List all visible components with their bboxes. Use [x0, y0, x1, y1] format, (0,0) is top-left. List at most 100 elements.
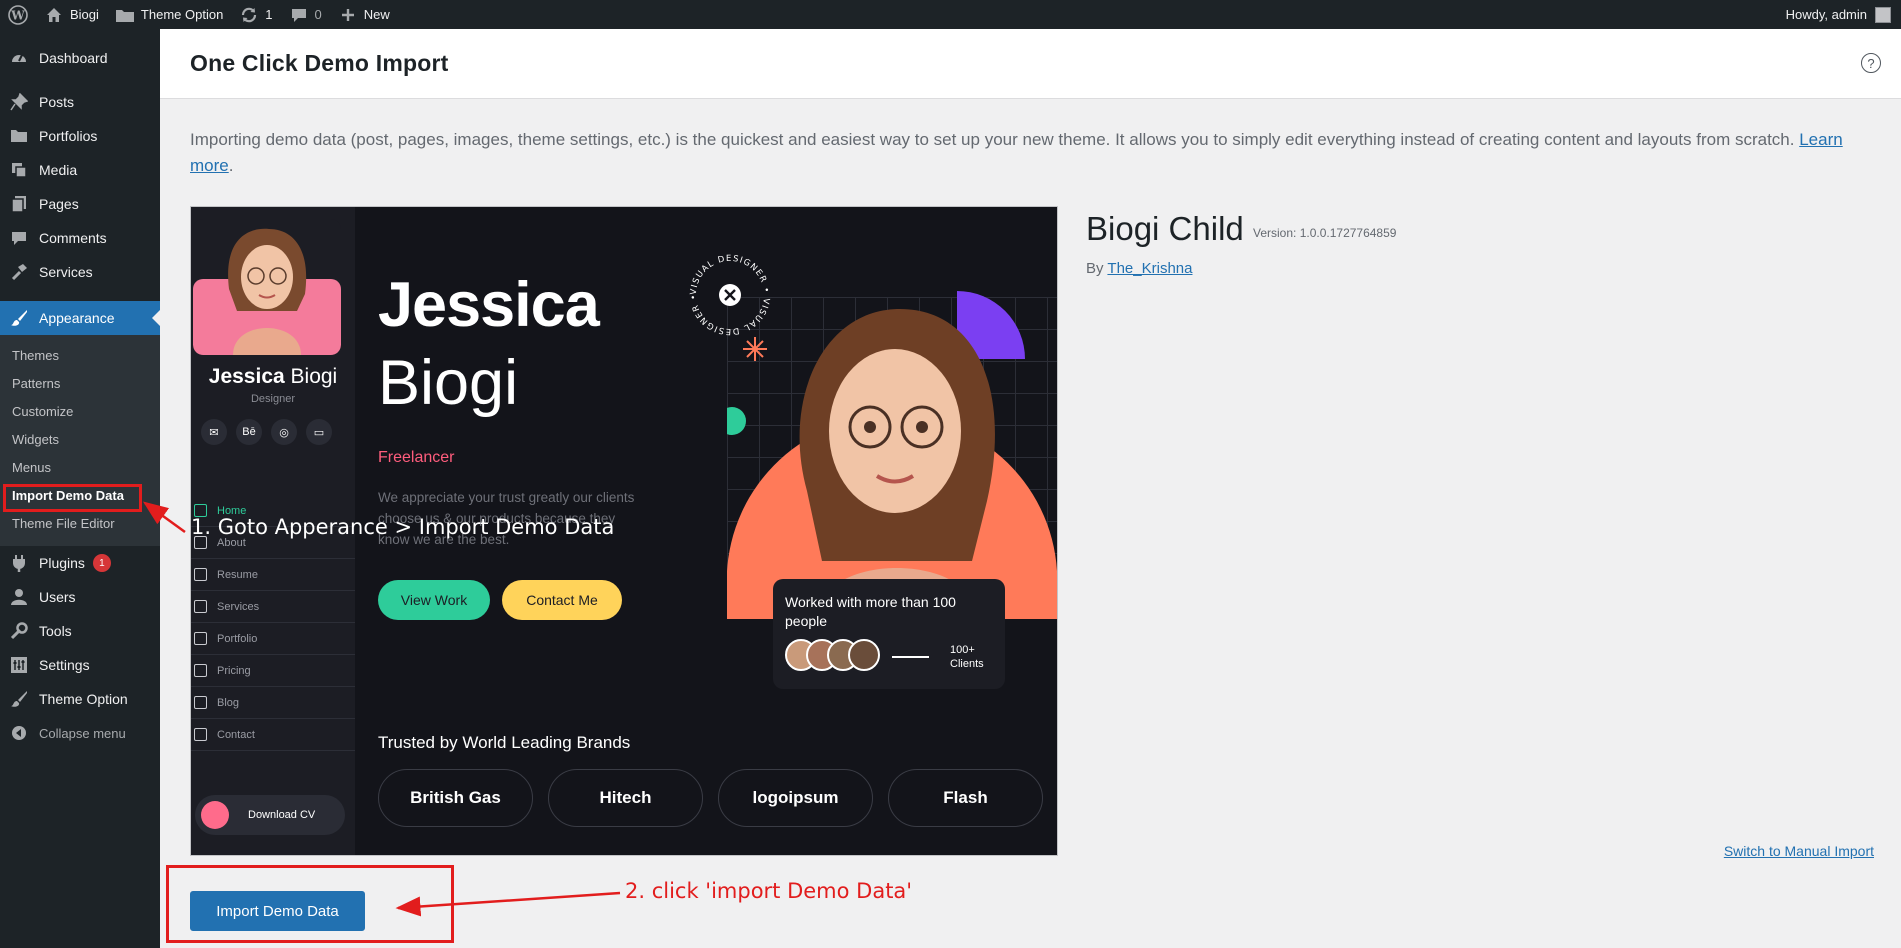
resume-icon	[194, 568, 207, 581]
sidebar-item-users[interactable]: Users	[0, 580, 160, 614]
wordpress-icon: W	[8, 4, 28, 25]
preview-nav-services: Services	[191, 591, 355, 623]
preview-nav-label: Resume	[217, 568, 258, 581]
folder-icon	[115, 5, 135, 25]
preview-sidebar-name: Jessica Biogi	[191, 365, 355, 389]
card-divider-line	[892, 656, 929, 658]
preview-nav-label: Blog	[217, 696, 240, 709]
page-title: One Click Demo Import	[190, 50, 449, 76]
preview-download-cv: Download CV	[195, 795, 345, 835]
submenu-item-widgets[interactable]: Widgets	[0, 426, 160, 454]
sidebar-item-appearance[interactable]: Appearance	[0, 301, 160, 335]
theme-name: Biogi Child	[1086, 210, 1244, 247]
sidebar-item-posts[interactable]: Posts	[0, 85, 160, 119]
submenu-item-customize[interactable]: Customize	[0, 398, 160, 426]
camera-icon: ▭	[306, 419, 332, 445]
sidebar-item-media[interactable]: Media	[0, 153, 160, 187]
submenu-item-theme-file-editor[interactable]: Theme File Editor	[0, 510, 160, 538]
pin-icon	[9, 92, 29, 112]
sidebar-item-comments[interactable]: Comments	[0, 221, 160, 255]
dashboard-icon	[9, 48, 29, 68]
mail-icon: ✉	[201, 419, 227, 445]
sidebar-item-portfolios[interactable]: Portfolios	[0, 119, 160, 153]
sidebar-item-label: Plugins	[39, 555, 85, 571]
preview-last-name: Biogi	[290, 365, 338, 388]
home-icon	[44, 5, 64, 25]
submenu-item-themes[interactable]: Themes	[0, 342, 160, 370]
collapse-icon	[9, 723, 29, 743]
by-label: By	[1086, 260, 1104, 277]
preview-nav-contact: Contact	[191, 719, 355, 751]
comments-count: 0	[314, 7, 322, 22]
sidebar-item-label: Theme Option	[39, 691, 128, 707]
at-icon	[194, 728, 207, 741]
new-label: New	[363, 7, 390, 22]
comments-link[interactable]: 0	[281, 0, 330, 29]
box-icon	[194, 600, 207, 613]
new-content-link[interactable]: New	[330, 0, 398, 29]
main-content: One Click Demo Import ? Importing demo d…	[160, 29, 1901, 948]
preview-nav-resume: Resume	[191, 559, 355, 591]
annotation-box-button	[166, 865, 454, 943]
svg-text:W: W	[10, 8, 25, 22]
page-icon	[9, 194, 29, 214]
hammer-icon	[9, 262, 29, 282]
my-account[interactable]: Howdy, admin	[1776, 0, 1901, 29]
intro-body: Importing demo data (post, pages, images…	[190, 130, 1795, 149]
collapse-menu-button[interactable]: Collapse menu	[0, 716, 160, 750]
wp-logo-menu[interactable]: W	[0, 0, 36, 29]
brush-icon	[9, 689, 29, 709]
plugins-update-badge: 1	[92, 554, 111, 572]
preview-freelancer: Freelancer	[378, 449, 455, 466]
clients-label: Clients	[950, 658, 984, 670]
theme-author: By The_Krishna	[1086, 260, 1192, 277]
help-icon[interactable]: ?	[1861, 53, 1881, 73]
page-header: One Click Demo Import	[160, 29, 1901, 99]
sidebar-item-label: Tools	[39, 623, 72, 639]
download-icon	[201, 801, 229, 829]
plugin-icon	[9, 553, 29, 573]
annotation-step-1: 1. Goto Apperance > Import Demo Data	[191, 515, 615, 539]
sidebar-item-tools[interactable]: Tools	[0, 614, 160, 648]
preview-view-work-button: View Work	[378, 580, 490, 620]
comment-icon	[9, 228, 29, 248]
sidebar-item-pages[interactable]: Pages	[0, 187, 160, 221]
preview-nav-label: Portfolio	[217, 632, 258, 645]
blog-icon	[194, 696, 207, 709]
theme-option-link[interactable]: Theme Option	[107, 0, 231, 29]
preview-nav-label: Pricing	[217, 664, 251, 677]
preview-role: Designer	[250, 393, 296, 405]
sidebar-item-label: Users	[39, 589, 76, 605]
preview-nav-portfolio: Portfolio	[191, 623, 355, 655]
tag-icon	[194, 664, 207, 677]
site-name-link[interactable]: Biogi	[36, 0, 107, 29]
preview-nav-label: Services	[217, 600, 260, 613]
preview-nav-label: Contact	[217, 728, 255, 741]
sidebar-item-settings[interactable]: Settings	[0, 648, 160, 682]
plus-icon	[338, 5, 358, 25]
sidebar-item-label: Services	[39, 264, 93, 280]
sidebar-item-services[interactable]: Services	[0, 255, 160, 289]
sidebar-item-label: Dashboard	[39, 50, 108, 66]
intro-text: Importing demo data (post, pages, images…	[190, 130, 1843, 175]
brand-logo-british-gas: British Gas	[378, 769, 533, 827]
sidebar-item-label: Comments	[39, 230, 107, 246]
author-link[interactable]: The_Krishna	[1107, 260, 1192, 277]
sidebar-item-dashboard[interactable]: Dashboard	[0, 41, 160, 75]
sidebar-item-plugins[interactable]: Plugins 1	[0, 546, 160, 580]
brand-logo-hitech: Hitech	[548, 769, 703, 827]
sidebar-item-theme-option[interactable]: Theme Option	[0, 682, 160, 716]
sidebar-item-label: Appearance	[39, 310, 115, 326]
sidebar-item-label: Media	[39, 162, 78, 178]
switch-to-manual-import-link[interactable]: Switch to Manual Import	[1724, 843, 1874, 859]
appearance-submenu: Themes Patterns Customize Widgets Menus …	[0, 335, 160, 546]
updates-link[interactable]: 1	[231, 0, 280, 29]
preview-download-label: Download CV	[248, 809, 316, 821]
media-icon	[9, 160, 29, 180]
sidebar-item-label: Settings	[39, 657, 90, 673]
settings-icon	[9, 655, 29, 675]
submenu-item-menus[interactable]: Menus	[0, 454, 160, 482]
client-avatar	[848, 639, 880, 671]
theme-option-label: Theme Option	[140, 7, 224, 22]
submenu-item-patterns[interactable]: Patterns	[0, 370, 160, 398]
